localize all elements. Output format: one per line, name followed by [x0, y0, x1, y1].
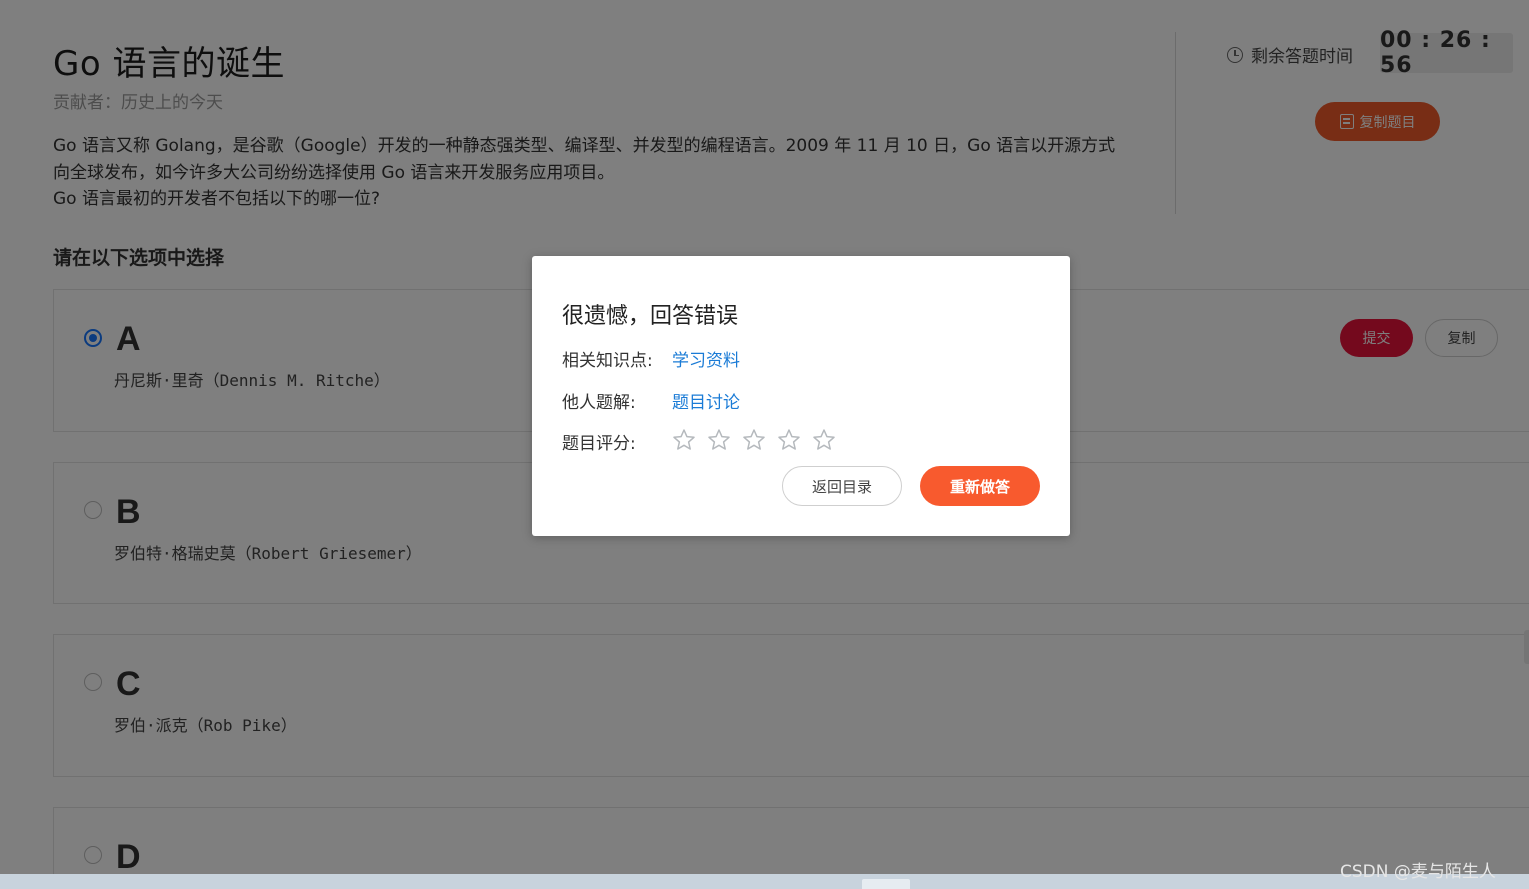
- solutions-label: 他人题解:: [562, 393, 636, 413]
- redo-answer-button[interactable]: 重新做答: [920, 466, 1040, 506]
- back-to-list-button[interactable]: 返回目录: [782, 466, 902, 506]
- discussion-link[interactable]: 题目讨论: [672, 388, 740, 413]
- rating-stars: [672, 428, 836, 452]
- result-title: 很遗憾，回答错误: [562, 304, 739, 329]
- knowledge-label: 相关知识点:: [562, 351, 653, 371]
- star-icon[interactable]: [707, 428, 731, 452]
- star-icon[interactable]: [777, 428, 801, 452]
- taskbar-item[interactable]: [862, 879, 910, 889]
- star-icon[interactable]: [742, 428, 766, 452]
- rating-label: 题目评分:: [562, 434, 636, 454]
- star-icon[interactable]: [812, 428, 836, 452]
- taskbar: [0, 874, 1529, 889]
- result-dialog: 很遗憾，回答错误 相关知识点: 学习资料 他人题解: 题目讨论 题目评分: 返回…: [532, 256, 1070, 536]
- star-icon[interactable]: [672, 428, 696, 452]
- watermark: CSDN @麦与陌生人: [1340, 862, 1496, 882]
- study-material-link[interactable]: 学习资料: [672, 346, 740, 371]
